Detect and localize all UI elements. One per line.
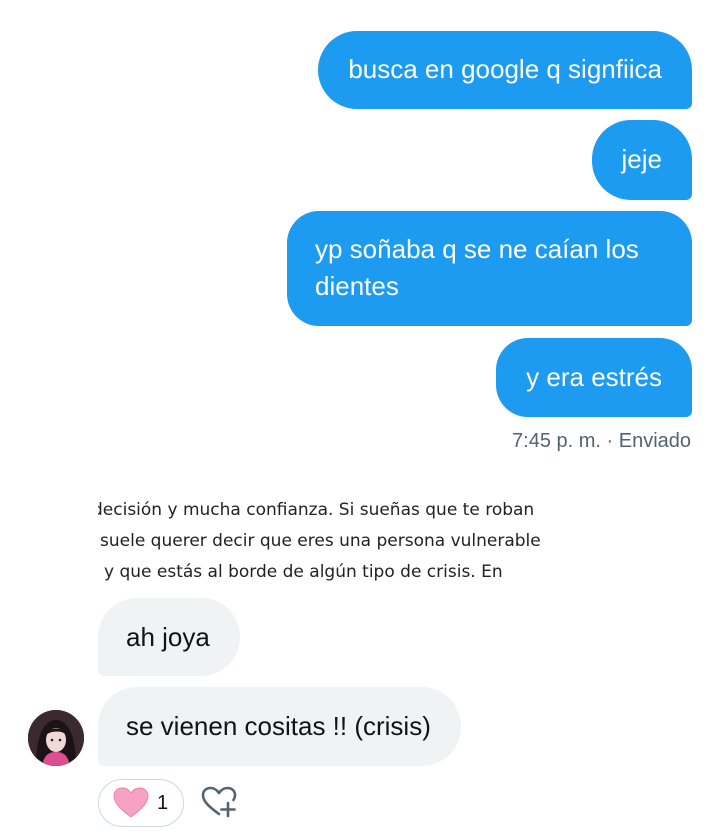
sent-message-bubble[interactable]: yp soñaba q se ne caían los dientes	[287, 211, 692, 326]
avatar[interactable]	[28, 710, 84, 766]
sent-message-bubble[interactable]: y era estrés	[496, 338, 692, 417]
received-message-bubble[interactable]: se vienen cositas !! (crisis)	[98, 687, 461, 766]
sent-message-bubble[interactable]: jeje	[591, 120, 692, 200]
reaction-count: 1	[157, 791, 169, 814]
shared-image-line: decisión y mucha confianza. Si sueñas qu…	[98, 500, 535, 520]
received-message-bubble[interactable]: ah joya	[98, 598, 240, 676]
pink-heart-icon	[113, 787, 149, 818]
heart-plus-icon[interactable]	[200, 785, 238, 819]
message-timestamp-status: 7:45 p. m. · Enviado	[512, 430, 691, 452]
shared-image-line: suele querer decir que eres una persona …	[100, 531, 541, 551]
avatar-image	[28, 710, 84, 766]
shared-text-image[interactable]: decisión y mucha confianza. Si sueñas qu…	[98, 495, 558, 591]
shared-image-line: y que estás al borde de algún tipo de cr…	[104, 562, 503, 582]
sent-message-bubble[interactable]: busca en google q signfiica	[318, 31, 692, 109]
reaction-pill[interactable]: 1	[98, 779, 184, 827]
